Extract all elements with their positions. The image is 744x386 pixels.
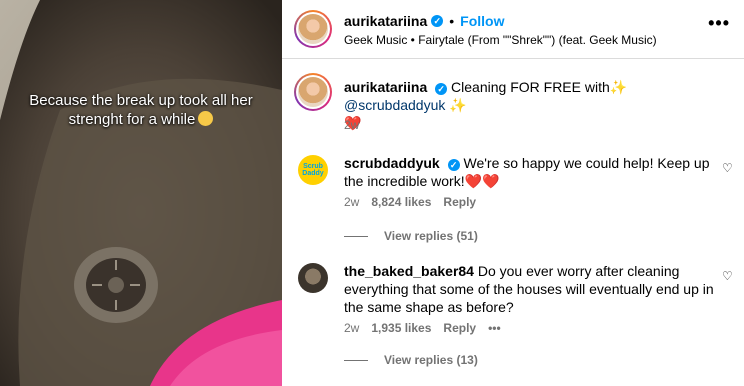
pleading-face-emoji-icon (198, 111, 214, 126)
comment-more-options-icon[interactable]: ••• (488, 321, 501, 335)
comment-avatar[interactable]: Scrub Daddy (298, 155, 328, 185)
comment-likes[interactable]: 1,935 likes (371, 321, 431, 335)
sparkle-emoji-icon: ✨ (609, 79, 628, 95)
view-replies-button[interactable]: View replies (13) (344, 353, 478, 367)
video-overlay-caption: Because the break up took all her streng… (12, 91, 270, 129)
view-replies-button[interactable]: View replies (51) (344, 229, 478, 243)
caption-text: Cleaning FOR FREE with (451, 79, 610, 95)
comment-text-block: scrubdaddyuk ✓ We're so happy we could h… (344, 154, 714, 190)
caption-timestamp[interactable]: 2w (344, 118, 359, 132)
reply-button[interactable]: Reply (443, 321, 476, 335)
caption-mention-link[interactable]: @scrubdaddyuk (344, 97, 445, 113)
comment-username[interactable]: the_baked_baker84 (344, 263, 474, 279)
caption-avatar[interactable] (294, 73, 332, 111)
heart-outline-icon[interactable]: ♡ (722, 162, 734, 174)
comment-meta: 2w 8,824 likes Reply (344, 195, 476, 209)
comment-text-block: the_baked_baker84 Do you ever worry afte… (344, 262, 714, 316)
more-options-icon[interactable]: ••• (708, 14, 730, 32)
comment-likes[interactable]: 8,824 likes (371, 195, 431, 209)
reply-button[interactable]: Reply (443, 195, 476, 209)
sink-video-frame (0, 0, 282, 386)
separator-dot: • (449, 13, 455, 29)
comment-timestamp[interactable]: 2w (344, 195, 359, 209)
overlay-text: Because the break up took all her streng… (29, 92, 253, 128)
verified-icon: ✓ (435, 83, 448, 95)
header-user-row: aurikatariina ✓ • Follow (344, 13, 505, 29)
replies-divider-line (344, 359, 368, 361)
verified-icon: ✓ (447, 159, 460, 171)
heart-outline-icon[interactable]: ♡ (722, 270, 734, 282)
comment-timestamp[interactable]: 2w (344, 321, 359, 335)
header-divider (282, 58, 744, 59)
verified-icon: ✓ (431, 15, 444, 27)
caption-username[interactable]: aurikatariina (344, 79, 427, 95)
header-username[interactable]: aurikatariina (344, 13, 427, 29)
comment-username[interactable]: scrubdaddyuk (344, 155, 440, 171)
video-media[interactable]: Because the break up took all her streng… (0, 0, 282, 386)
sparkle-emoji-icon: ✨ (449, 97, 467, 113)
comment-meta: 2w 1,935 likes Reply ••• (344, 321, 501, 335)
comment-avatar[interactable] (298, 263, 328, 293)
view-replies-label: View replies (13) (384, 353, 478, 367)
follow-button[interactable]: Follow (460, 13, 504, 29)
post-details-panel: aurikatariina ✓ • Follow Geek Music • Fa… (282, 0, 744, 386)
post-caption: aurikatariina ✓ Cleaning FOR FREE with✨ … (344, 78, 724, 132)
header-avatar[interactable] (294, 10, 332, 48)
view-replies-label: View replies (51) (384, 229, 478, 243)
audio-track-link[interactable]: Geek Music • Fairytale (From ""Shrek"") … (344, 33, 657, 47)
replies-divider-line (344, 235, 368, 237)
scrub-daddy-logo: Scrub Daddy (302, 163, 324, 177)
